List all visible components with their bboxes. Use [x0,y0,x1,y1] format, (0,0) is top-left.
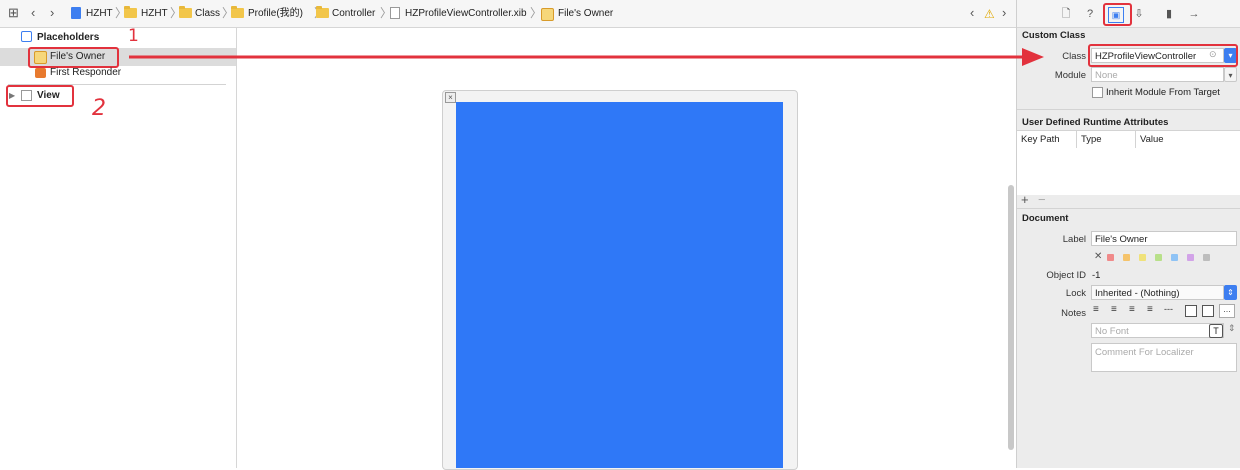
annotation-arrow [129,48,1044,66]
annotation-arrow-head [1022,48,1044,66]
